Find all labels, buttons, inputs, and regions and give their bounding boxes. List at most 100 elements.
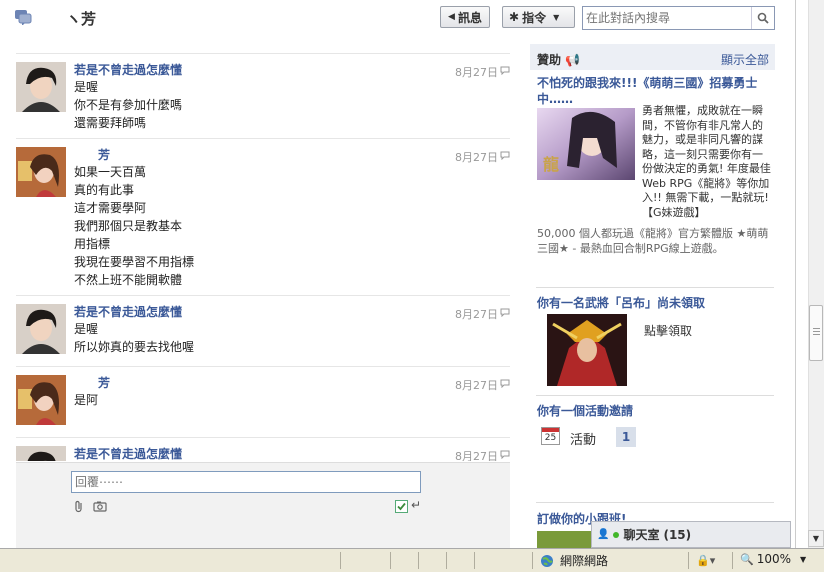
message-text: 如果一天百萬 <box>74 165 147 179</box>
message-text: 我們那個只是教基本 <box>74 219 183 233</box>
protected-mode-icon[interactable]: 🔒▾ <box>696 554 715 567</box>
actions-button-label: 指令 <box>522 10 547 25</box>
sender-name[interactable]: 若是不曾走過怎麼懂 <box>74 304 510 320</box>
actions-button[interactable]: ✱ 指令 ▼ <box>502 6 575 28</box>
search-input[interactable] <box>586 8 746 28</box>
speech-bubble-icon <box>500 450 510 459</box>
security-zone[interactable]: 網際網路 <box>540 552 608 569</box>
chevron-down-icon: ▼ <box>800 554 807 564</box>
speech-bubble-icon <box>500 379 510 388</box>
sponsored-header: 贊助 📢 顯示全部 <box>530 44 775 70</box>
back-arrow-icon: ◀ <box>448 12 455 22</box>
status-divider <box>446 552 447 569</box>
message-row: 芳 8月27日如果一天百萬 真的有此事這才需要學阿我們那個只是教基本 用指標我現在要學… <box>16 138 510 295</box>
message-row: 若是不曾走過怎麼懂 8月27日是喔你不是有參加什麼嗎 還需要拜師嗎 <box>16 53 510 138</box>
chat-label: 聊天室 <box>623 528 660 542</box>
speech-bubble-icon <box>500 66 510 75</box>
online-dot-icon <box>613 531 620 538</box>
sender-name[interactable]: 芳 <box>74 375 510 391</box>
message-text: 你不是有參加什麼嗎 <box>74 98 183 112</box>
megaphone-icon: 📢 <box>565 53 581 67</box>
ad-separator <box>536 287 774 288</box>
event-invite-title[interactable]: 你有一個活動邀請 <box>537 403 633 419</box>
message-text: 不然上班不能開軟體 <box>74 273 183 287</box>
message-timestamp: 8月27日 <box>455 450 498 461</box>
message-text: 是喔 <box>74 322 99 336</box>
sender-name[interactable]: 若是不曾走過怎麼懂 <box>74 446 510 461</box>
sponsored-column: 贊助 📢 顯示全部 不怕死的跟我來!!!《萌萌三國》招募勇士中…… 龍 勇者無懼… <box>530 44 775 548</box>
messages-icon <box>15 10 32 25</box>
enter-key-icon: ↵ <box>411 498 422 512</box>
message-button[interactable]: ◀ 訊息 <box>440 6 490 28</box>
vertical-scrollbar[interactable] <box>808 0 824 548</box>
reply-input[interactable] <box>75 473 415 491</box>
attach-file-icon[interactable] <box>74 500 84 513</box>
message-timestamp: 8月27日 <box>455 308 498 321</box>
status-divider <box>532 552 533 569</box>
zoom-control[interactable]: 🔍 100% ▼ <box>740 552 806 566</box>
avatar[interactable] <box>16 62 66 112</box>
status-divider <box>732 552 733 569</box>
svg-text:龍: 龍 <box>543 155 559 174</box>
avatar[interactable] <box>16 375 66 425</box>
ad-separator <box>536 502 774 503</box>
ad-title[interactable]: 你有一名武將「呂布」尚未領取 <box>537 295 773 311</box>
browser-status-bar: 網際網路 🔒▾ 🔍 100% ▼ <box>0 548 824 572</box>
status-divider <box>340 552 341 569</box>
message-text: 我現在要學習不用指標 <box>74 255 195 269</box>
speech-bubble-icon <box>500 151 510 160</box>
message-timestamp: 8月27日 <box>455 151 498 164</box>
status-divider <box>688 552 689 569</box>
camera-icon[interactable] <box>93 501 107 512</box>
zoom-level: 100% <box>756 552 792 566</box>
scroll-down-button[interactable]: ▼ <box>808 530 824 547</box>
reply-box <box>71 471 421 493</box>
scrollbar-thumb[interactable] <box>809 305 823 361</box>
gear-icon: ✱ <box>509 10 520 24</box>
sender-name[interactable]: 芳 <box>74 147 510 163</box>
chevron-down-icon: ▼ <box>553 12 560 22</box>
user-icon: 👤 <box>597 529 610 540</box>
message-text: 是喔 <box>74 80 99 94</box>
avatar[interactable] <box>16 304 66 354</box>
page-border <box>795 0 796 548</box>
press-enter-checkbox[interactable] <box>395 500 408 513</box>
sender-name[interactable]: 若是不曾走過怎麼懂 <box>74 62 510 78</box>
message-button-label: 訊息 <box>457 10 482 25</box>
ad-game-art[interactable]: 龍 <box>537 108 635 180</box>
zoom-icon: 🔍 <box>740 552 754 566</box>
message-row: 芳 8月27日是阿 <box>16 366 510 437</box>
ad-title[interactable]: 不怕死的跟我來!!!《萌萌三國》招募勇士中…… <box>537 75 767 107</box>
message-row: 若是不曾走過怎麼懂 8月27日是喔所以妳真的要去找他喔 <box>16 295 510 366</box>
avatar[interactable] <box>16 147 66 197</box>
avatar[interactable] <box>16 446 66 461</box>
ad-body: 勇者無懼，成敗就在一瞬間，不管你有非凡常人的魅力，或是非同凡響的謀略，這一刻只需… <box>642 104 771 219</box>
conversation-search <box>582 6 775 30</box>
message-text: 還需要拜師嗎 <box>74 116 147 130</box>
globe-icon <box>541 554 553 567</box>
message-list: 若是不曾走過怎麼懂 8月27日 是喔 你不是有參加什麼嗎 還需要拜師嗎芳 8月27日 如果一… <box>16 53 510 461</box>
message-text: 是阿 <box>74 393 99 407</box>
message-text: 真的有此事 <box>74 183 135 197</box>
search-button[interactable] <box>751 7 774 29</box>
ad-social-text: 50,000 個人都玩過《龍將》官方繁體版 ★萌萌三國★ - 最熱血回合制RPG… <box>537 227 769 255</box>
message-text: 用指標 <box>74 237 111 251</box>
claim-text[interactable]: 點擊領取 <box>644 323 692 339</box>
chat-bar[interactable]: 👤 聊天室 (15) <box>591 521 791 548</box>
chat-count: (15) <box>663 527 692 542</box>
ad-thumbnail[interactable] <box>537 531 597 548</box>
status-divider <box>418 552 419 569</box>
ad-warrior-art[interactable] <box>547 314 627 386</box>
sponsored-title: 贊助 📢 <box>537 53 581 67</box>
message-timestamp: 8月27日 <box>455 379 498 392</box>
message-row: 若是不曾走過怎麼懂 8月27日 <box>16 437 510 461</box>
show-all-link[interactable]: 顯示全部 <box>721 51 769 68</box>
message-text: 所以妳真的要去找他喔 <box>74 340 195 354</box>
message-timestamp: 8月27日 <box>455 66 498 79</box>
message-text: 這才需要學阿 <box>74 201 147 215</box>
search-icon <box>757 12 769 24</box>
zone-label: 網際網路 <box>560 554 609 568</box>
conversation-title: ヽ芳 <box>66 10 97 28</box>
event-label[interactable]: 活動 <box>570 429 596 448</box>
event-count-badge: 1 <box>616 427 636 447</box>
